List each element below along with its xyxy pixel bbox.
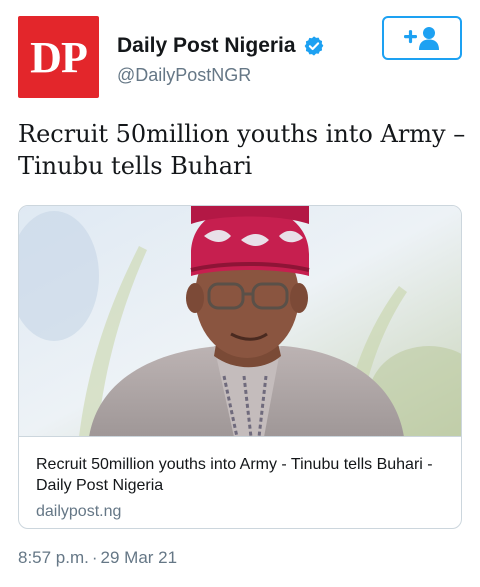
portrait-photo xyxy=(19,206,461,436)
account-handle[interactable]: @DailyPostNGR xyxy=(117,65,251,86)
timestamp-separator: · xyxy=(91,548,98,567)
tweet-header: DP Daily Post Nigeria @DailyPostNGR xyxy=(18,16,462,98)
link-card[interactable]: Recruit 50million youths into Army - Tin… xyxy=(18,205,462,529)
card-image[interactable] xyxy=(19,206,461,437)
tweet-time: 8:57 p.m. xyxy=(18,548,89,567)
follow-button[interactable] xyxy=(382,16,462,60)
name-row: Daily Post Nigeria xyxy=(117,34,325,58)
card-body: Recruit 50million youths into Army - Tin… xyxy=(36,454,446,521)
tweet-text: Recruit 50million youths into Army – Tin… xyxy=(18,120,466,180)
add-user-icon xyxy=(404,27,439,50)
display-name[interactable]: Daily Post Nigeria xyxy=(117,34,296,58)
card-title: Recruit 50million youths into Army - Tin… xyxy=(36,456,433,494)
card-domain: dailypost.ng xyxy=(36,503,122,520)
profile-avatar[interactable]: DP xyxy=(18,16,99,98)
tweet-timestamp[interactable]: 8:57 p.m. · 29 Mar 21 xyxy=(18,548,177,568)
tweet-date: 29 Mar 21 xyxy=(100,548,178,567)
logo-text: DP xyxy=(30,32,88,82)
verified-badge-icon xyxy=(304,36,323,56)
